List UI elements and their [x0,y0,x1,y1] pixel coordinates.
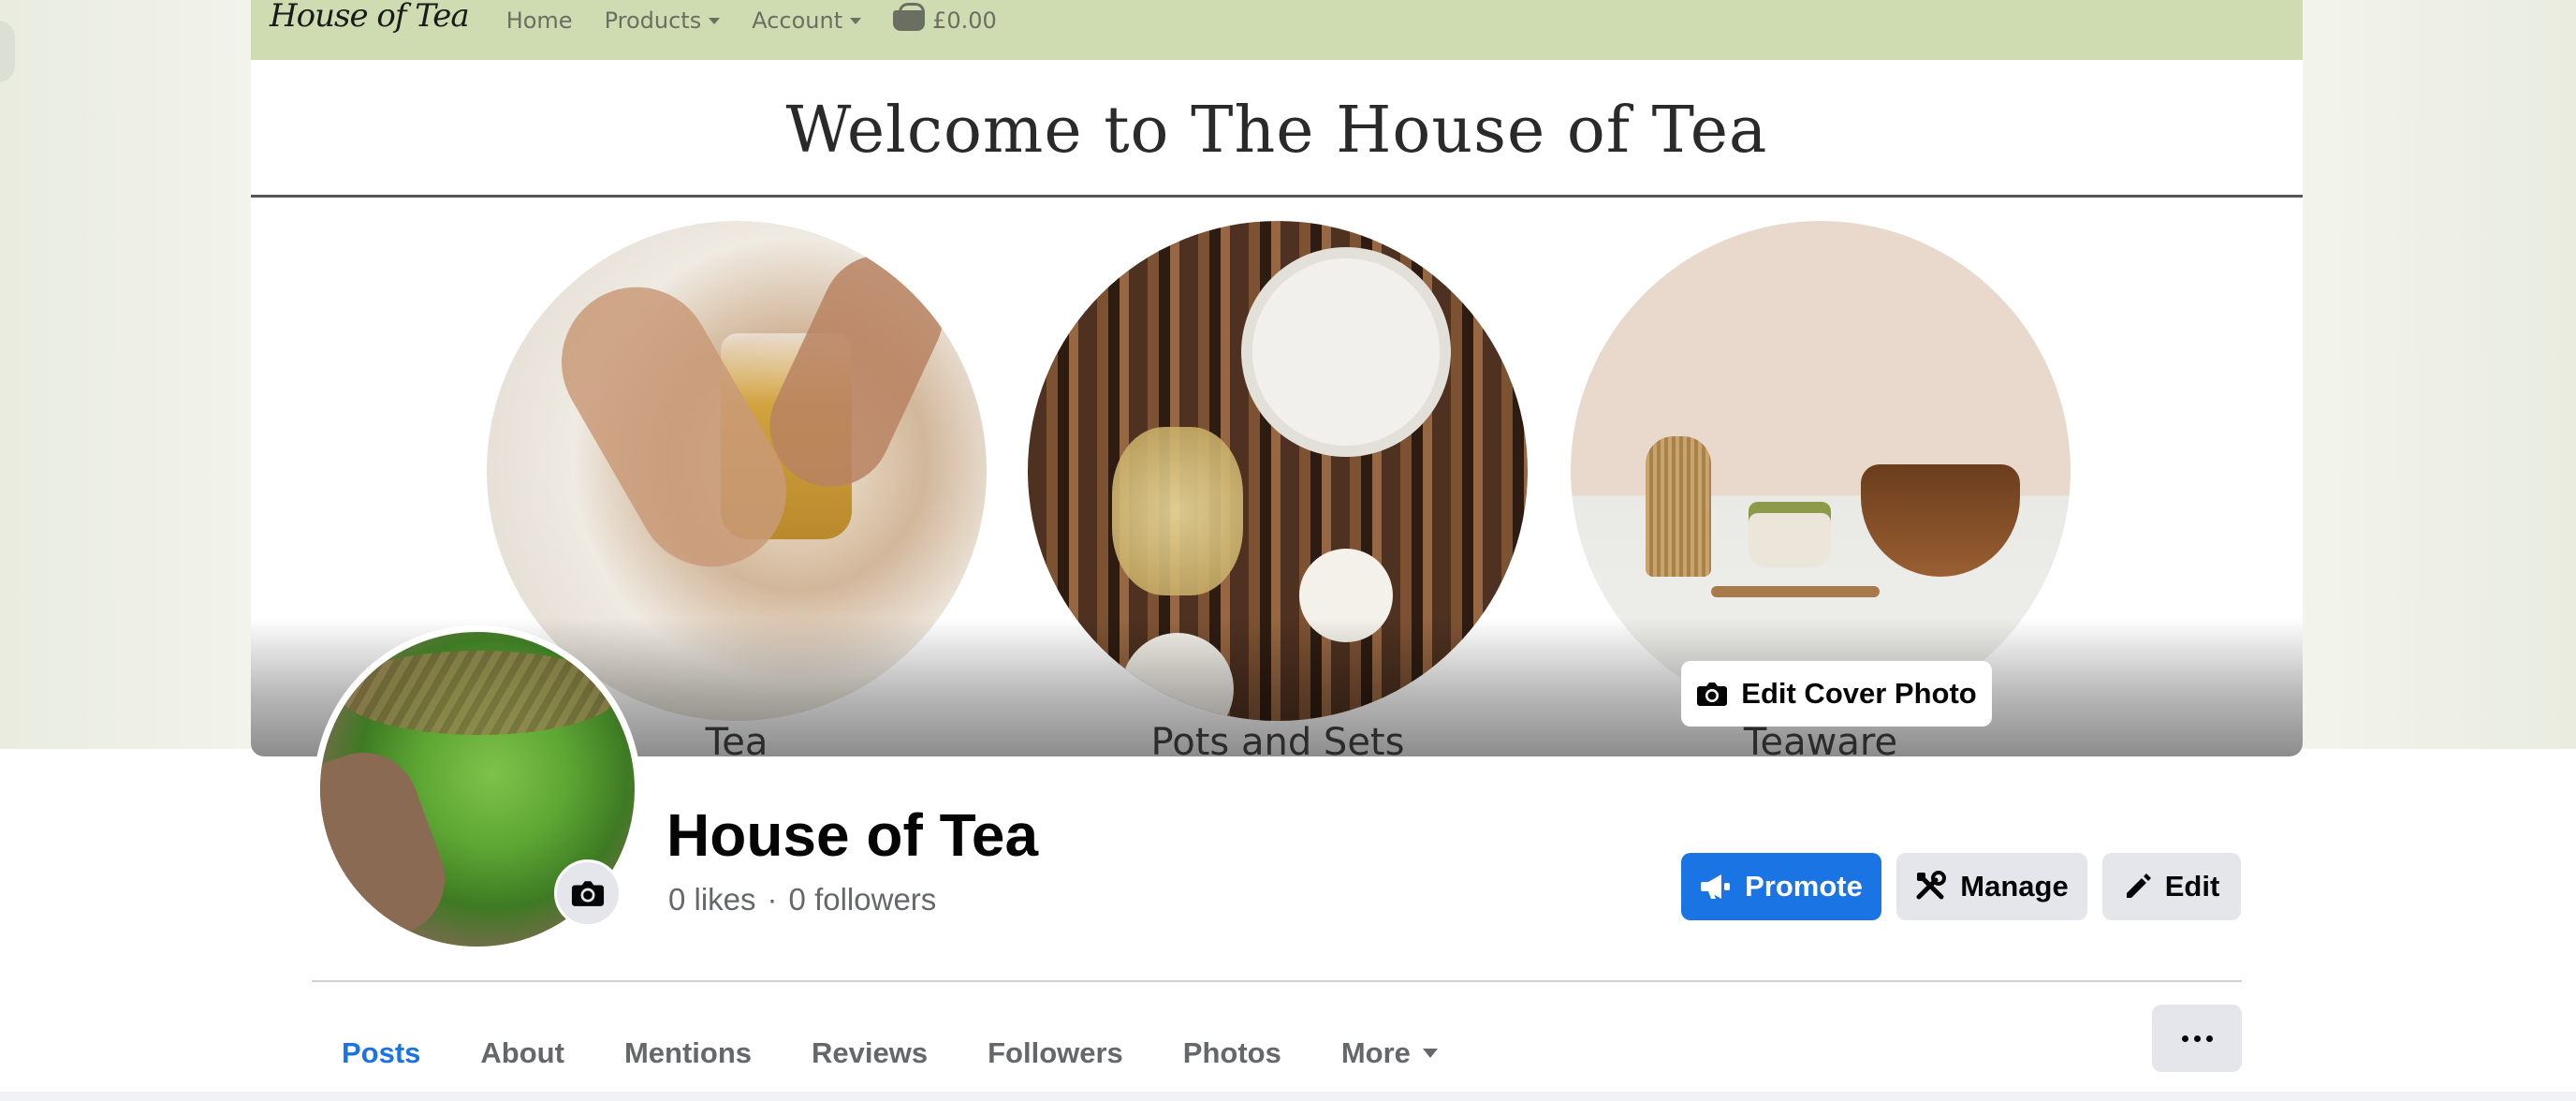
tab-more-label: More [1340,1036,1411,1069]
tab-about-label: About [480,1036,564,1069]
caret-down-icon [850,17,862,24]
page-stats: 0 likes · 0 followers [668,882,936,918]
camera-icon [1697,683,1728,706]
nav-products-label: Products [604,7,702,34]
site-navbar: House of Tea Home Products Account £0.00 [251,0,2303,60]
nav-account-label: Account [752,7,843,34]
cover-photo: House of Tea Home Products Account £0.00… [251,0,2303,756]
cart-icon [893,3,926,31]
caret-down-icon [709,17,721,24]
stats-separator: · [767,882,778,917]
tools-icon [1916,871,1947,900]
update-profile-picture-button[interactable] [554,859,622,927]
nav-home: Home [505,7,573,34]
edit-cover-photo-label: Edit Cover Photo [1741,677,1977,710]
page-title: House of Tea [666,801,1039,869]
nav-account: Account [752,7,862,34]
tab-followers[interactable]: Followers [958,1011,1153,1095]
tab-posts[interactable]: Posts [312,1011,451,1097]
tab-posts-label: Posts [342,1036,421,1069]
welcome-divider [251,195,2303,198]
scroll-edge-handle [0,21,15,82]
tab-reviews[interactable]: Reviews [782,1011,958,1095]
tab-mentions[interactable]: Mentions [594,1011,782,1095]
nav-cart: £0.00 [893,3,997,34]
followers-count[interactable]: 0 followers [789,882,937,918]
likes-count[interactable]: 0 likes [668,882,756,918]
nav-products: Products [605,7,721,34]
welcome-heading: Welcome to The House of Tea [785,94,1768,168]
profile-divider [312,980,2242,982]
promote-button[interactable]: Promote [1681,853,1881,920]
megaphone-icon [1701,874,1731,899]
more-options-button[interactable] [2152,1005,2242,1072]
tab-about[interactable]: About [450,1011,594,1095]
edit-cover-photo-button[interactable]: Edit Cover Photo [1681,661,1992,727]
edit-label: Edit [2164,870,2220,903]
manage-label: Manage [1960,870,2069,903]
edit-page-button[interactable]: Edit [2102,853,2241,920]
cart-amount: £0.00 [932,7,997,34]
tab-reviews-label: Reviews [812,1036,929,1069]
site-logo: House of Tea [270,0,470,35]
promote-label: Promote [1745,870,1863,903]
caret-down-icon [1422,1049,1438,1058]
category-label-pots: Pots and Sets [1150,721,1405,756]
tab-mentions-label: Mentions [623,1036,753,1069]
tab-followers-label: Followers [988,1036,1123,1069]
more-dots-icon [2179,1035,2216,1042]
camera-icon [571,881,605,906]
pencil-icon [2126,873,2151,898]
tab-photos[interactable]: Photos [1153,1011,1311,1095]
tab-more[interactable]: More [1311,1011,1469,1095]
content-area-edge [0,1092,2576,1101]
tab-photos-label: Photos [1182,1036,1281,1069]
page-tabs: Posts About Mentions Reviews Followers P… [312,1011,1469,1097]
manage-button[interactable]: Manage [1896,853,2087,920]
